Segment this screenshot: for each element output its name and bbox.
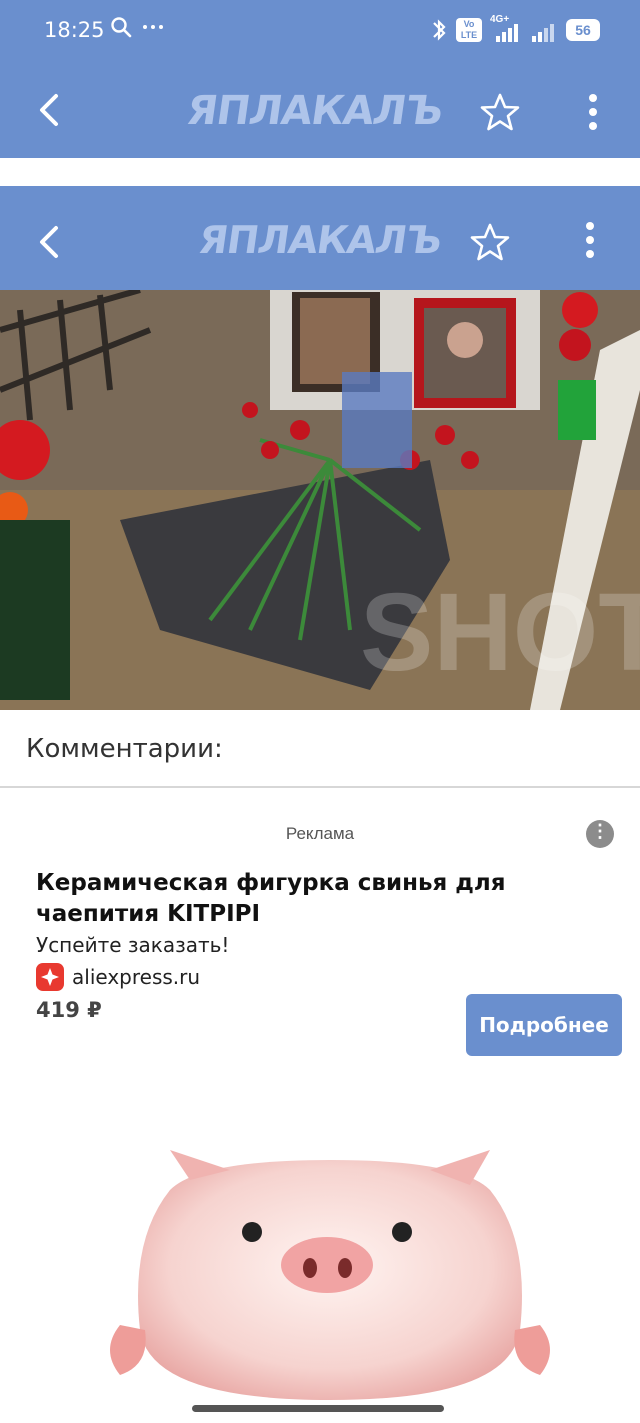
status-bar: 18:25 Vo LTE 4G+ 56 <box>0 0 640 62</box>
ad-price: 419 ₽ <box>36 998 102 1022</box>
signal-icon <box>532 16 558 44</box>
back-arrow-icon <box>40 226 58 258</box>
comments-title: Комментарии: <box>26 734 223 764</box>
app-logo: ЯПЛАКАЛЪ <box>195 218 444 262</box>
volte-icon: Vo LTE <box>456 18 482 42</box>
content-separator <box>0 158 640 186</box>
status-time: 18:25 <box>44 18 105 42</box>
signal-4g-icon: 4G+ <box>490 14 524 44</box>
ad-source-label: aliexpress.ru <box>72 965 201 989</box>
watermark: SHOT <box>360 571 640 694</box>
ad-source[interactable]: aliexpress.ru <box>36 963 200 991</box>
more-vertical-icon <box>586 222 594 258</box>
more-vertical-icon[interactable] <box>578 92 608 132</box>
network-type: 4G+ <box>490 14 510 25</box>
star-icon[interactable] <box>480 92 520 132</box>
app-bar-top: ЯПЛАКАЛЪ <box>0 62 640 158</box>
grave-photo: SHOT <box>0 290 640 710</box>
aliexpress-icon <box>36 963 64 991</box>
ad-subtitle: Успейте заказать! <box>36 933 230 957</box>
star-icon <box>470 223 510 261</box>
more-horizontal-icon <box>143 25 163 29</box>
ad-title[interactable]: Керамическая фигурка свинья для чаепития… <box>36 868 616 930</box>
app-bar-embedded: ЯПЛАКАЛЪ <box>0 186 640 290</box>
post-image[interactable]: SHOT <box>0 290 640 710</box>
battery-icon: 56 <box>566 19 600 41</box>
home-indicator[interactable] <box>192 1405 444 1412</box>
status-left-icons <box>110 16 164 38</box>
app-logo[interactable]: ЯПЛАКАЛЪ <box>184 88 445 134</box>
status-right-icons: Vo LTE 4G+ 56 <box>430 14 600 44</box>
search-icon <box>111 17 132 38</box>
more-details-button[interactable]: Подробнее <box>466 994 622 1056</box>
ad-product-image[interactable] <box>100 1150 560 1400</box>
ad-options-icon[interactable]: ⋮ <box>586 820 614 848</box>
ad-label: Реклама <box>285 824 355 843</box>
divider <box>0 786 640 788</box>
back-arrow-icon[interactable] <box>34 92 64 128</box>
bluetooth-icon <box>433 19 446 41</box>
